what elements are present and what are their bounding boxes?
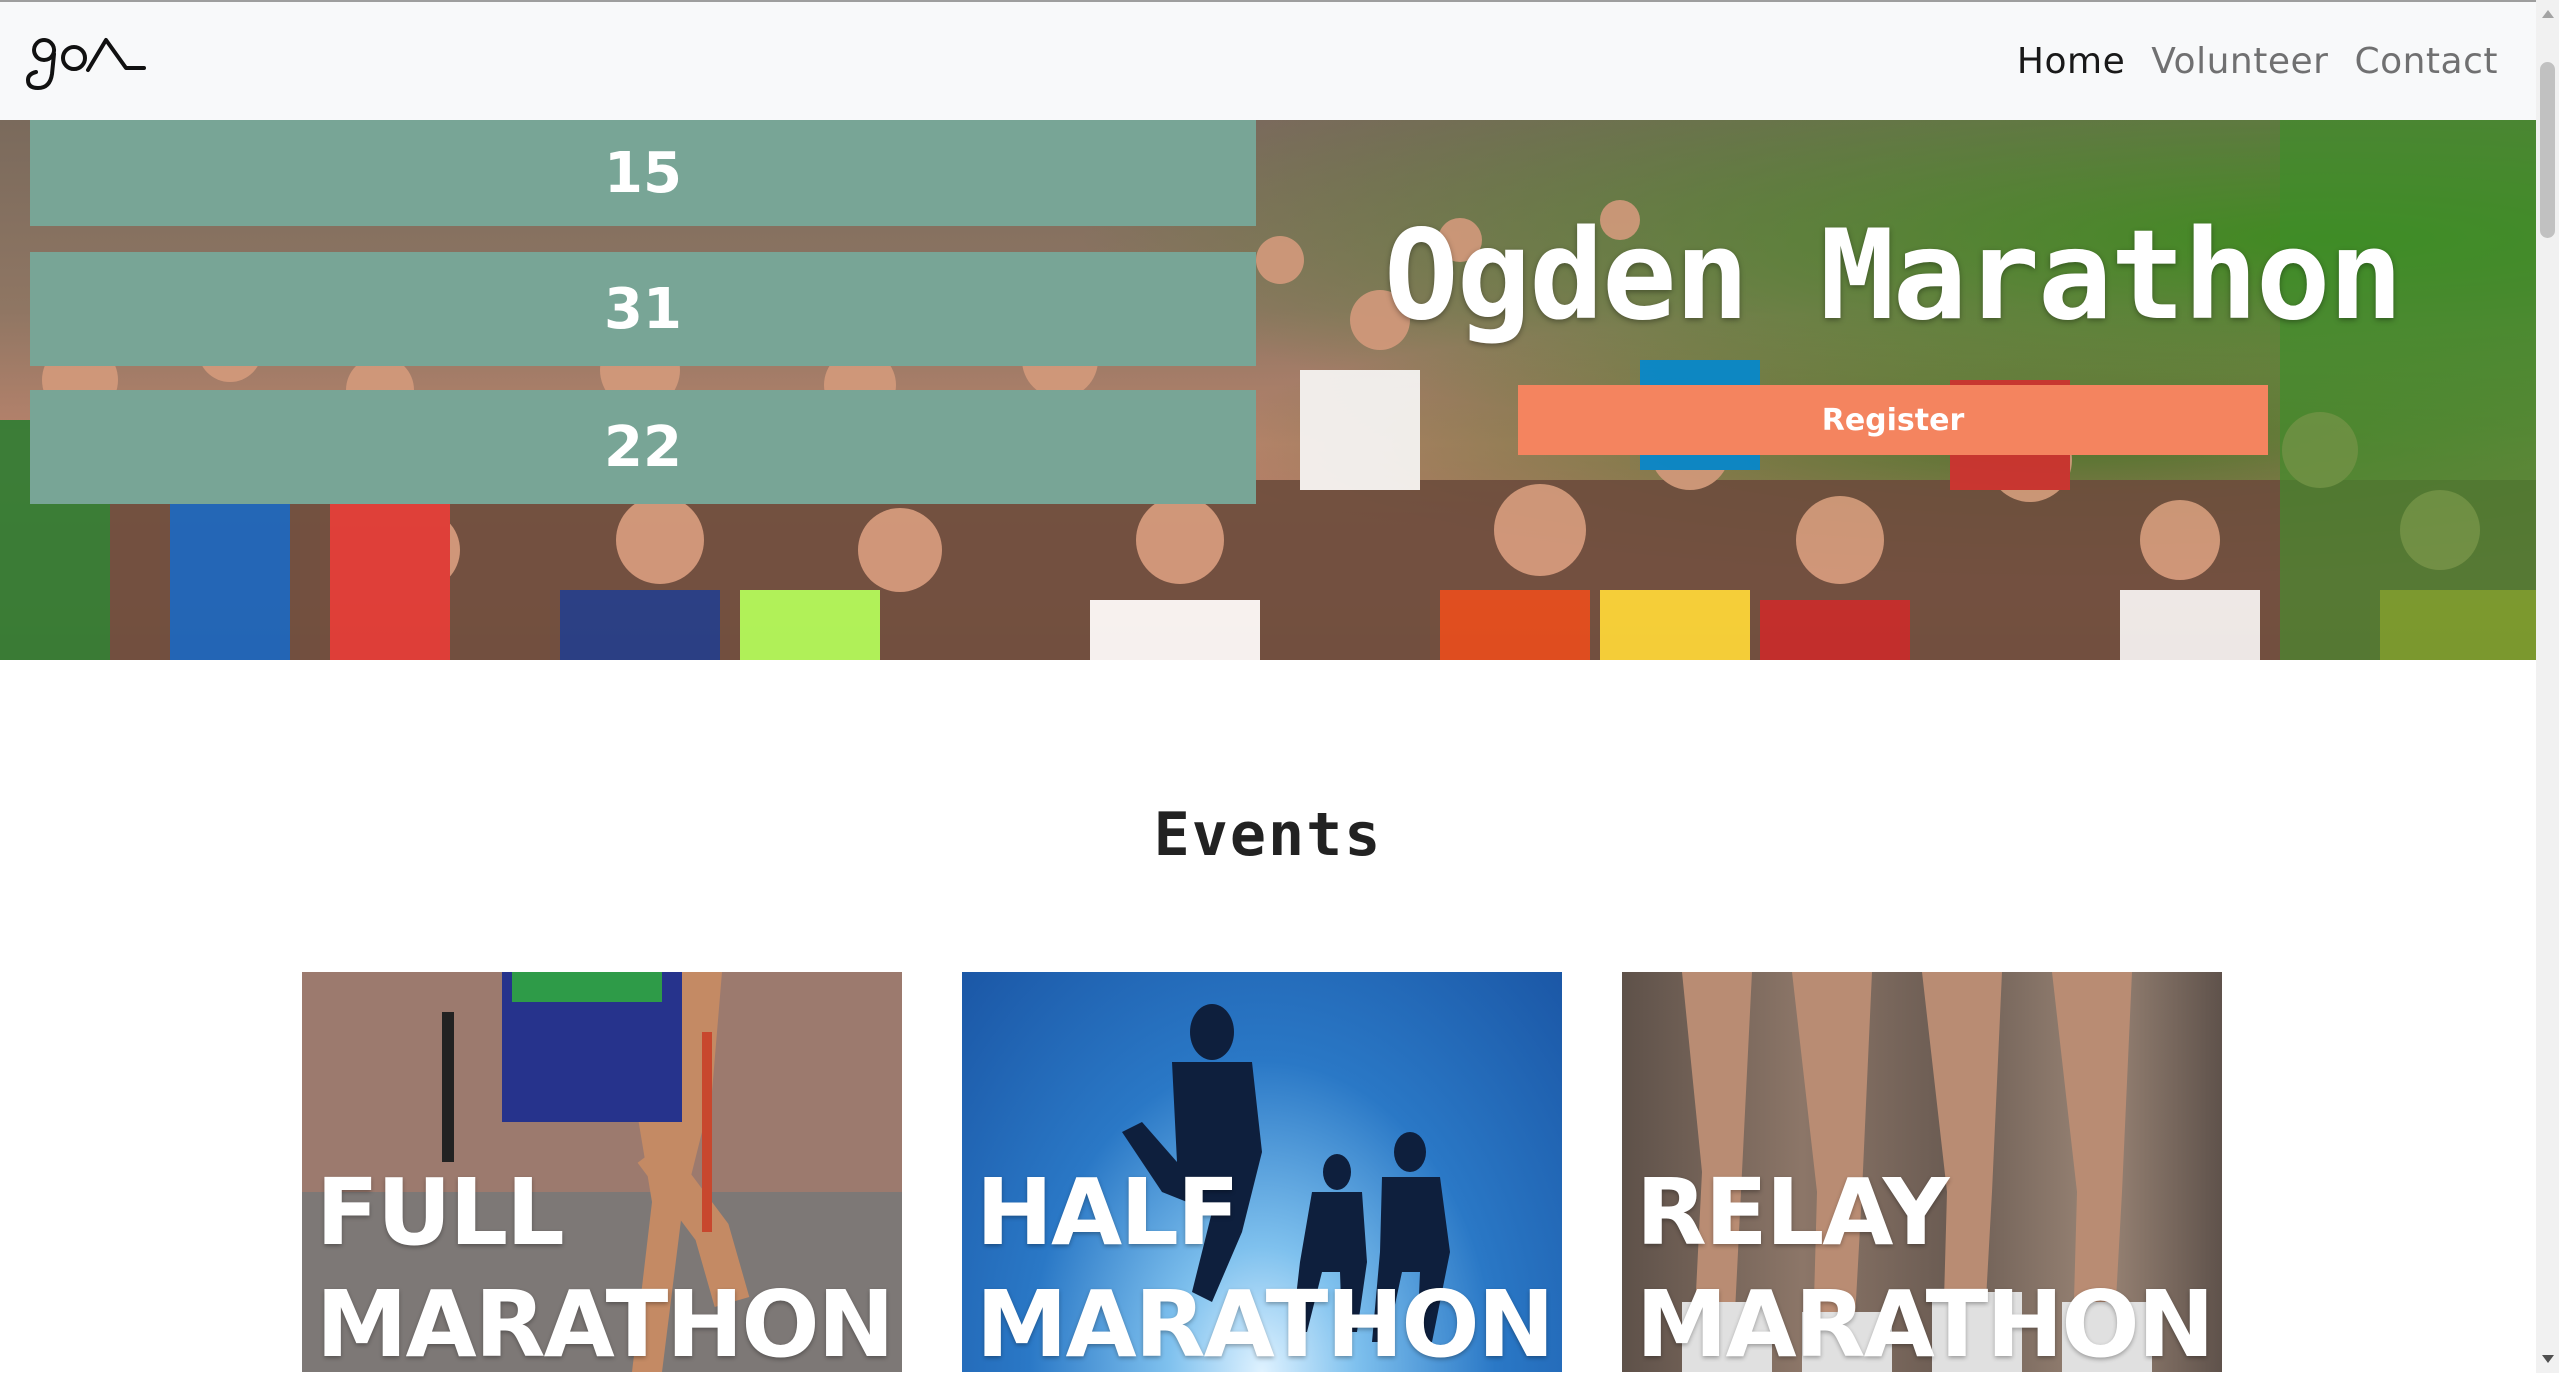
event-title-relay: RELAY MARATHON bbox=[1636, 1159, 2215, 1372]
scroll-up-arrow-icon[interactable] bbox=[2542, 10, 2554, 18]
nav-volunteer-link[interactable]: Volunteer bbox=[2151, 41, 2328, 82]
page-scrollbar[interactable] bbox=[2536, 0, 2559, 1373]
goa-logo[interactable] bbox=[22, 30, 146, 92]
register-button[interactable]: Register bbox=[1518, 385, 2268, 455]
event-card-half-marathon[interactable]: HALF MARATHON bbox=[962, 972, 1562, 1372]
hero-title: Ogden Marathon bbox=[1384, 204, 2403, 348]
nav-contact-link[interactable]: Contact bbox=[2354, 41, 2498, 82]
navbar: Home Volunteer Contact bbox=[0, 2, 2536, 120]
scroll-down-arrow-icon[interactable] bbox=[2542, 1355, 2554, 1363]
nav-home-link[interactable]: Home bbox=[2017, 41, 2125, 82]
event-card-relay-marathon[interactable]: RELAY MARATHON bbox=[1622, 972, 2222, 1372]
countdown-days: 15 bbox=[30, 120, 1256, 226]
hero-banner: 15 31 22 Ogden Marathon Register bbox=[0, 120, 2536, 660]
event-card-full-marathon[interactable]: FULL MARATHON bbox=[302, 972, 902, 1372]
nav-links: Home Volunteer Contact bbox=[2017, 2, 2498, 120]
countdown-minutes: 22 bbox=[30, 390, 1256, 504]
scrollbar-thumb[interactable] bbox=[2540, 62, 2555, 238]
events-heading: Events bbox=[1153, 800, 1383, 870]
countdown-hours: 31 bbox=[30, 252, 1256, 366]
event-title-full: FULL MARATHON bbox=[316, 1159, 895, 1372]
event-title-half: HALF MARATHON bbox=[976, 1159, 1555, 1372]
